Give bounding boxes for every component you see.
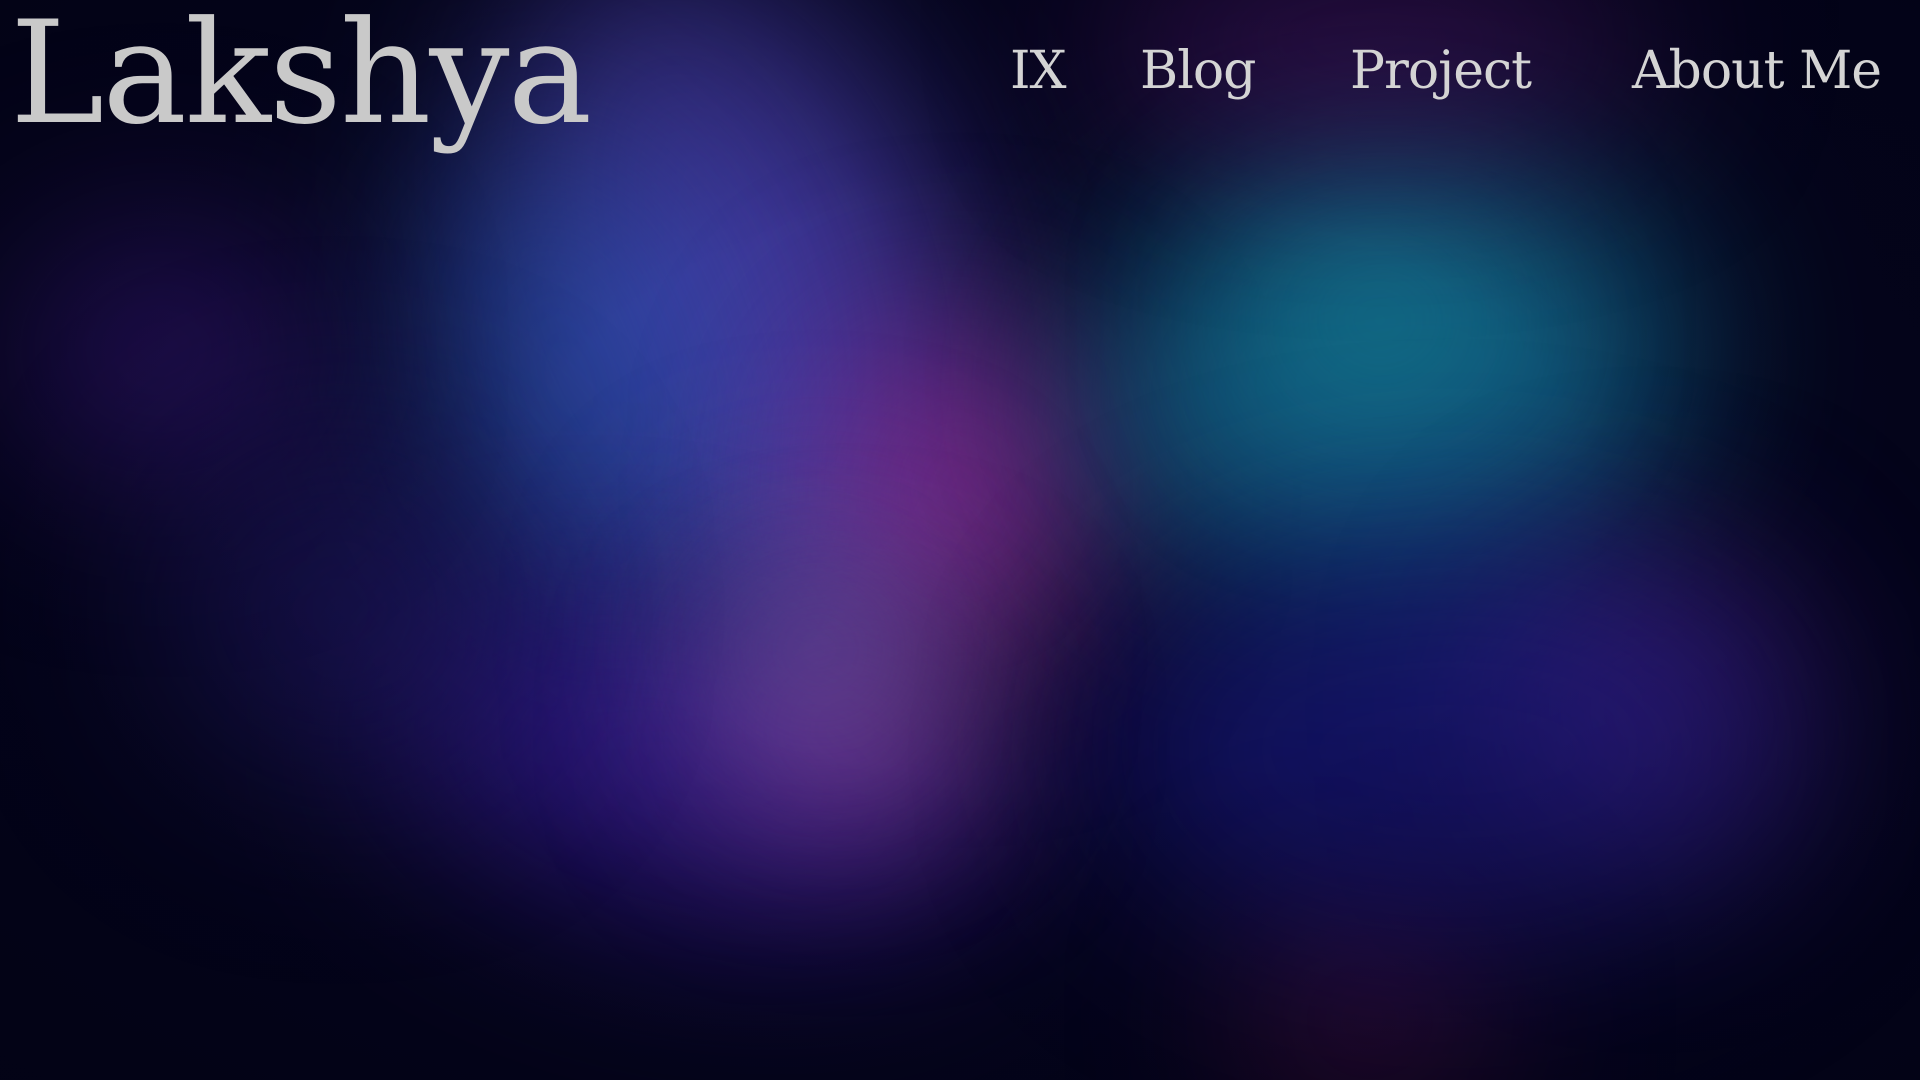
gradient-background [0, 0, 1920, 1080]
nav-link-about-me[interactable]: About Me [1632, 36, 1882, 106]
page: Lakshya IX Blog Project About Me [0, 0, 1920, 1080]
nav-link-ix[interactable]: IX [1010, 36, 1067, 106]
background-vignette [0, 0, 1920, 1080]
nav-link-project[interactable]: Project [1350, 36, 1532, 106]
nav-link-blog[interactable]: Blog [1140, 36, 1256, 106]
main-nav: IX Blog Project About Me [0, 36, 1920, 106]
